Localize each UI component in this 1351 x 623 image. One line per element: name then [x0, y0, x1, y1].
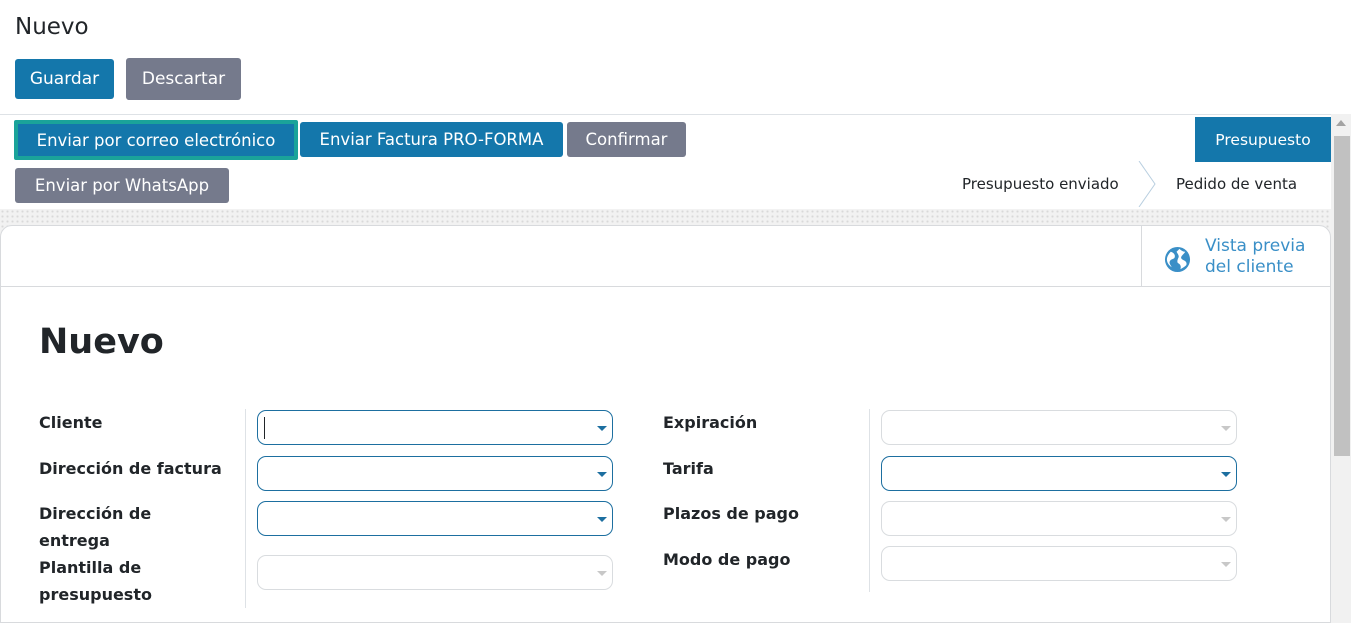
- confirm-button[interactable]: Confirmar: [567, 122, 686, 157]
- stage-quotation[interactable]: Presupuesto: [1195, 117, 1341, 162]
- customer-preview-label: Vista previa del cliente: [1205, 236, 1305, 278]
- send-email-button[interactable]: Enviar por correo electrónico: [14, 120, 298, 160]
- delivery-address-input[interactable]: [257, 501, 613, 536]
- chevron-down-icon[interactable]: [597, 517, 607, 522]
- button-box: Vista previa del cliente: [1, 226, 1332, 287]
- globe-icon: [1164, 246, 1191, 273]
- chevron-down-icon[interactable]: [1221, 472, 1231, 477]
- invoice-address-label: Dirección de factura: [39, 459, 222, 478]
- chevron-down-icon[interactable]: [1221, 426, 1231, 431]
- invoice-address-input[interactable]: [257, 456, 613, 491]
- stage-separator-icon: [1138, 161, 1156, 207]
- scroll-up-arrow-icon[interactable]: [1336, 120, 1346, 126]
- scrollbar-thumb[interactable]: [1334, 136, 1350, 456]
- expiration-input[interactable]: [881, 410, 1237, 445]
- statusbar: Enviar por correo electrónico Enviar Fac…: [0, 114, 1341, 209]
- send-proforma-button[interactable]: Enviar Factura PRO-FORMA: [300, 122, 563, 157]
- chevron-down-icon[interactable]: [1221, 562, 1231, 567]
- chevron-down-icon[interactable]: [597, 472, 607, 477]
- delivery-address-label-line1: Dirección de: [39, 504, 152, 523]
- chevron-down-icon[interactable]: [1221, 517, 1231, 522]
- quotation-template-label: Plantilla de presupuesto: [39, 554, 152, 608]
- stage-sales-order[interactable]: Pedido de venta: [1176, 175, 1297, 193]
- chevron-down-icon[interactable]: [597, 571, 607, 576]
- right-group-divider: [869, 409, 870, 592]
- payment-terms-input[interactable]: [881, 501, 1237, 536]
- chevron-down-icon[interactable]: [597, 426, 607, 431]
- stage-quotation-sent[interactable]: Presupuesto enviado: [962, 175, 1119, 193]
- customer-preview-line2: del cliente: [1205, 257, 1294, 277]
- send-whatsapp-button[interactable]: Enviar por WhatsApp: [15, 168, 229, 203]
- customer-preview-line1: Vista previa: [1205, 236, 1306, 256]
- page-title: Nuevo: [15, 14, 89, 40]
- quotation-template-label-line1: Plantilla de: [39, 558, 142, 577]
- customer-input[interactable]: [257, 410, 613, 445]
- payment-terms-label: Plazos de pago: [663, 504, 799, 523]
- save-button[interactable]: Guardar: [15, 59, 114, 99]
- pricelist-label: Tarifa: [663, 459, 714, 478]
- expiration-label: Expiración: [663, 413, 758, 432]
- record-name: Nuevo: [39, 322, 164, 362]
- control-panel: Nuevo Guardar Descartar: [0, 0, 1351, 114]
- customer-preview-button[interactable]: Vista previa del cliente: [1141, 226, 1331, 287]
- discard-button[interactable]: Descartar: [126, 58, 241, 100]
- pricelist-input[interactable]: [881, 456, 1237, 491]
- form-sheet: Vista previa del cliente Nuevo Cliente D…: [0, 225, 1332, 623]
- left-group-divider: [245, 409, 246, 608]
- customer-label: Cliente: [39, 413, 103, 432]
- payment-mode-input[interactable]: [881, 546, 1237, 581]
- quotation-template-label-line2: presupuesto: [39, 585, 152, 604]
- delivery-address-label-line2: entrega: [39, 531, 110, 550]
- vertical-scrollbar[interactable]: [1331, 114, 1351, 623]
- text-cursor: [264, 417, 265, 439]
- payment-mode-label: Modo de pago: [663, 550, 791, 569]
- delivery-address-label: Dirección de entrega: [39, 500, 151, 554]
- quotation-template-input[interactable]: [257, 555, 613, 590]
